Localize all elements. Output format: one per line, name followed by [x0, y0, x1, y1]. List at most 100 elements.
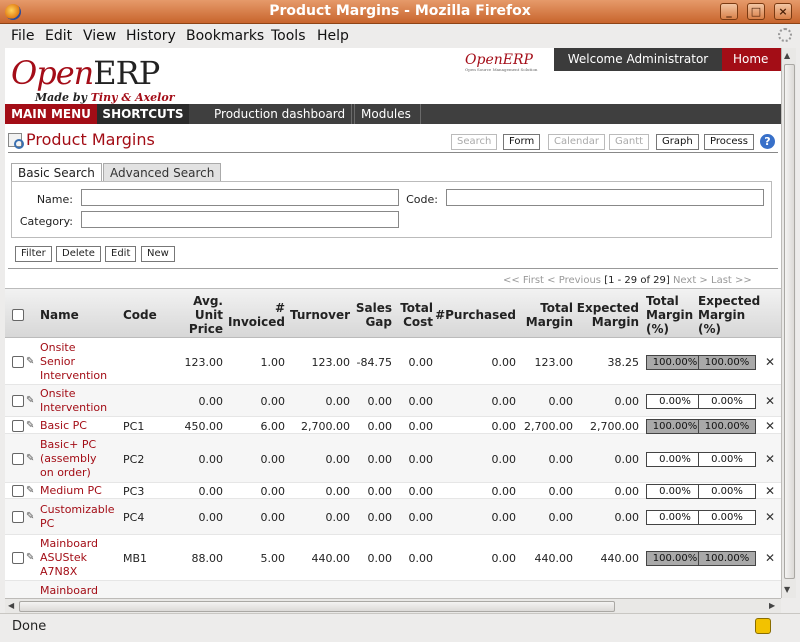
total-margin: 0.00	[548, 485, 574, 498]
view-search-button[interactable]: Search	[451, 134, 498, 150]
scroll-down-icon[interactable]: ▼	[784, 585, 790, 594]
col-purchased[interactable]: #Purchased	[435, 308, 516, 322]
home-link[interactable]: Home P	[722, 48, 781, 71]
delete-row-icon[interactable]: ✕	[765, 484, 775, 498]
col-total-cost[interactable]: Total Cost	[393, 301, 433, 329]
col-sales-gap[interactable]: Sales Gap	[350, 301, 392, 329]
product-name-link[interactable]: Basic+ PC (assembly on order)	[40, 438, 115, 480]
menu-view[interactable]: View	[83, 28, 116, 44]
shortcut-modules[interactable]: Modules	[351, 104, 421, 124]
code-input[interactable]	[446, 189, 764, 206]
menu-file[interactable]: File	[11, 28, 34, 44]
menu-tools[interactable]: Tools	[271, 28, 306, 44]
row-checkbox[interactable]	[12, 395, 24, 407]
delete-row-icon[interactable]: ✕	[765, 452, 775, 466]
product-name-link[interactable]: Onsite Intervention	[40, 387, 115, 415]
product-name-link[interactable]: Onsite Senior Intervention	[40, 341, 115, 383]
row-checkbox[interactable]	[12, 485, 24, 497]
product-name-link[interactable]: Mainboard ASUStek A7N8X	[40, 537, 115, 579]
pager-last[interactable]: Last >>	[711, 275, 752, 286]
edit-pencil-icon[interactable]: ✎	[26, 511, 34, 522]
table-row[interactable]: Mainboard ASUStek A7N8X ✎ MB1 88.00 5.00 440.00…	[5, 535, 781, 581]
col-expected-margin[interactable]: Expected Margin	[575, 301, 639, 329]
pager-first[interactable]: << First	[503, 275, 544, 286]
vertical-scrollbar[interactable]: ▲ ▼	[781, 48, 796, 598]
tab-basic-search[interactable]: Basic Search	[11, 163, 102, 182]
new-button[interactable]: New	[141, 246, 175, 262]
horizontal-scroll-thumb[interactable]	[19, 601, 615, 612]
col-code[interactable]: Code	[123, 308, 157, 322]
maximize-button[interactable]: □	[747, 3, 765, 20]
product-name-link[interactable]: Basic PC	[40, 419, 115, 433]
horizontal-scrollbar[interactable]: ◀ ▶	[5, 598, 781, 613]
delete-row-icon[interactable]: ✕	[765, 510, 775, 524]
col-total-margin[interactable]: Total Margin	[520, 301, 573, 329]
total-cost: 0.00	[408, 485, 434, 498]
scroll-left-icon[interactable]: ◀	[8, 601, 14, 610]
col-avg-unit-price[interactable]: Avg. Unit Price	[175, 294, 223, 336]
col-total-margin-pct[interactable]: Total Margin (%)	[646, 294, 693, 336]
edit-pencil-icon[interactable]: ✎	[26, 395, 34, 406]
view-process-button[interactable]: Process	[704, 134, 754, 150]
view-calendar-button[interactable]: Calendar	[548, 134, 605, 150]
table-row[interactable]: Onsite Intervention ✎ 0.00 0.00 0.00 0.00 0.00 0…	[5, 385, 781, 417]
menu-bookmarks[interactable]: Bookmarks	[186, 28, 264, 44]
shortcut-production-dashboard[interactable]: Production dashboard	[205, 104, 356, 124]
total-margin-pct-bar: 0.00%	[646, 394, 704, 409]
pager-previous[interactable]: < Previous	[547, 275, 601, 286]
menu-help[interactable]: Help	[317, 28, 349, 44]
main-menu-button[interactable]: MAIN MENU	[5, 104, 97, 124]
row-checkbox[interactable]	[12, 511, 24, 523]
help-icon[interactable]: ?	[760, 134, 775, 149]
row-checkbox[interactable]	[12, 356, 24, 368]
table-row[interactable]: Basic PC ✎ PC1 450.00 6.00 2,700.00 0.00 0.00 0.…	[5, 417, 781, 434]
category-input[interactable]	[81, 211, 399, 228]
total-cost: 0.00	[408, 395, 434, 408]
edit-button[interactable]: Edit	[105, 246, 137, 262]
col-name[interactable]: Name	[40, 308, 79, 322]
col-expected-margin-pct[interactable]: Expected Margin (%)	[698, 294, 760, 336]
menu-history[interactable]: History	[126, 28, 176, 44]
turnover: 0.00	[325, 453, 351, 466]
scroll-right-icon[interactable]: ▶	[769, 601, 775, 610]
select-all-checkbox[interactable]	[12, 309, 24, 321]
menu-edit[interactable]: Edit	[45, 28, 72, 44]
edit-pencil-icon[interactable]: ✎	[26, 453, 34, 464]
delete-row-icon[interactable]: ✕	[765, 551, 775, 565]
name-input[interactable]	[81, 189, 399, 206]
table-row[interactable]: Onsite Senior Intervention ✎ 123.00 1.00 123.0…	[5, 339, 781, 385]
close-button[interactable]: ×	[774, 3, 792, 20]
table-row[interactable]: Medium PC ✎ PC3 0.00 0.00 0.00 0.00 0.00 0.00 0.0…	[5, 483, 781, 499]
edit-pencil-icon[interactable]: ✎	[26, 552, 34, 563]
delete-row-icon[interactable]: ✕	[765, 355, 775, 369]
product-name-link[interactable]: Customizable PC	[40, 503, 115, 531]
vertical-scroll-thumb[interactable]	[784, 64, 795, 579]
row-checkbox[interactable]	[12, 453, 24, 465]
filter-button[interactable]: Filter	[15, 246, 52, 262]
view-graph-button[interactable]: Graph	[656, 134, 699, 150]
scroll-up-icon[interactable]: ▲	[784, 51, 790, 60]
table-row[interactable]: Basic+ PC (assembly on order) ✎ PC2 0.00 0.00 0…	[5, 434, 781, 483]
product-name-link[interactable]: Mainboard	[40, 584, 115, 598]
view-gantt-button[interactable]: Gantt	[609, 134, 650, 150]
row-checkbox[interactable]	[12, 552, 24, 564]
view-form-button[interactable]: Form	[503, 134, 541, 150]
minimize-button[interactable]: _	[720, 3, 738, 20]
shortcuts-button[interactable]: SHORTCUTS	[97, 104, 189, 124]
delete-row-icon[interactable]: ✕	[765, 419, 775, 433]
row-checkbox[interactable]	[12, 420, 24, 432]
col-turnover[interactable]: Turnover	[285, 308, 350, 322]
tab-advanced-search[interactable]: Advanced Search	[103, 163, 222, 182]
edit-pencil-icon[interactable]: ✎	[26, 420, 34, 431]
total-margin-pct-bar: 0.00%	[646, 510, 704, 525]
edit-pencil-icon[interactable]: ✎	[26, 485, 34, 496]
table-row[interactable]: Mainboard	[5, 581, 781, 598]
delete-button[interactable]: Delete	[56, 246, 101, 262]
edit-pencil-icon[interactable]: ✎	[26, 356, 34, 367]
delete-row-icon[interactable]: ✕	[765, 394, 775, 408]
pager-next[interactable]: Next >	[673, 275, 708, 286]
table-row[interactable]: Customizable PC ✎ PC4 0.00 0.00 0.00 0.00 0.00 0.…	[5, 499, 781, 535]
invoiced-qty: 0.00	[260, 395, 286, 408]
product-name-link[interactable]: Medium PC	[40, 484, 115, 498]
col-invoiced[interactable]: # Invoiced	[225, 301, 285, 329]
